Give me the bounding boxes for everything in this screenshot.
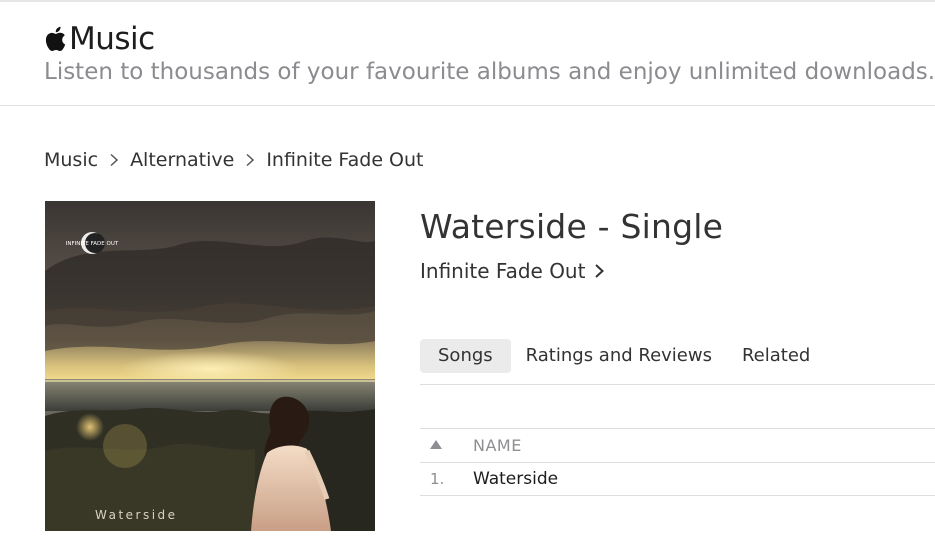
tab-related[interactable]: Related xyxy=(727,339,825,373)
song-title[interactable]: Waterside xyxy=(473,469,558,489)
breadcrumb: Music Alternative Infinite Fade Out xyxy=(44,148,424,172)
artwork-caption: Waterside xyxy=(95,508,178,522)
column-header-name[interactable]: NAME xyxy=(473,436,522,455)
artist-link[interactable]: Infinite Fade Out xyxy=(420,258,605,284)
breadcrumb-artist[interactable]: Infinite Fade Out xyxy=(266,148,423,172)
album-artwork: INFINITE FADE OUT Waterside xyxy=(45,201,375,531)
breadcrumb-alternative[interactable]: Alternative xyxy=(130,148,234,172)
apple-icon xyxy=(45,26,66,52)
song-table-header: NAME xyxy=(420,428,935,462)
content-tabs: Songs Ratings and Reviews Related xyxy=(420,339,825,373)
breadcrumb-music[interactable]: Music xyxy=(44,148,98,172)
tab-songs[interactable]: Songs xyxy=(420,339,511,373)
header-tagline: Listen to thousands of your favourite al… xyxy=(44,59,935,85)
track-number: 1. xyxy=(430,470,445,488)
sort-ascending-icon[interactable] xyxy=(429,439,443,450)
table-row[interactable]: 1. Waterside xyxy=(420,462,935,496)
chevron-right-icon xyxy=(108,153,120,167)
chevron-right-icon xyxy=(244,153,256,167)
album-title: Waterside - Single xyxy=(420,207,724,246)
tab-ratings-and-reviews[interactable]: Ratings and Reviews xyxy=(511,339,727,373)
song-table: NAME 1. Waterside xyxy=(420,428,935,496)
page-header: Music Listen to thousands of your favour… xyxy=(0,2,935,106)
tabs-divider xyxy=(420,384,935,385)
chevron-right-icon xyxy=(593,263,605,279)
artwork-logo-text: INFINITE FADE OUT xyxy=(66,241,119,247)
artist-name: Infinite Fade Out xyxy=(420,259,586,283)
brand-name: Music xyxy=(69,21,155,57)
apple-music-logo[interactable]: Music xyxy=(44,22,155,56)
